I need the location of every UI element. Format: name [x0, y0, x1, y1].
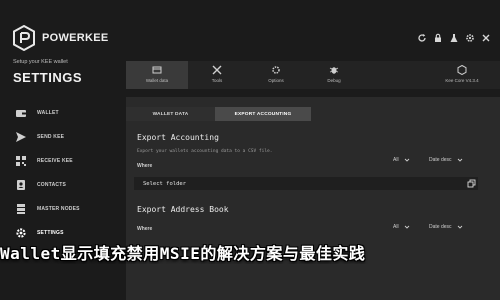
- toolbar-label: Kee Core V4.3.4: [445, 78, 479, 83]
- folder-picker[interactable]: Select folder: [134, 177, 478, 190]
- debug-icon: [329, 65, 339, 75]
- tab-wallet-data-sub[interactable]: WALLET DATA: [126, 107, 215, 121]
- refresh-icon[interactable]: [416, 32, 428, 44]
- section-title-export-address-book: Export Address Book: [137, 205, 229, 214]
- overlay-caption: Wallet显示填充禁用MSIE的解决方案与最佳实践: [0, 244, 366, 263]
- toolbar: Wallet data Tools Options Debug Kee Core…: [126, 61, 500, 89]
- tab-options[interactable]: Options: [256, 61, 296, 89]
- gear-icon: [15, 227, 27, 239]
- filter-value: All: [393, 157, 399, 163]
- toolbar-label: Wallet data: [145, 78, 169, 83]
- brand-name: POWERKEE: [42, 32, 109, 44]
- sort-value: Date desc: [429, 224, 452, 230]
- brand: POWERKEE: [13, 25, 109, 51]
- close-icon[interactable]: [480, 32, 492, 44]
- contacts-icon: [15, 179, 27, 191]
- filter-select[interactable]: All: [393, 224, 410, 230]
- sidebar-item-label: RECEIVE KEE: [37, 158, 73, 164]
- chevron-down-icon: [404, 157, 410, 163]
- options-icon: [271, 65, 281, 75]
- copy-icon[interactable]: [467, 179, 476, 188]
- window-controls: [416, 32, 492, 44]
- where-label: Where: [137, 163, 153, 169]
- section-description: Export your wallets accounting data to a…: [137, 149, 273, 154]
- flask-icon[interactable]: [448, 32, 460, 44]
- page-title: SETTINGS: [13, 70, 83, 85]
- powerkee-logo: [13, 25, 35, 51]
- subtitle: Setup your KEE wallet: [13, 59, 68, 65]
- lock-icon[interactable]: [432, 32, 444, 44]
- master-nodes-icon: [15, 203, 27, 215]
- sidebar-item-master-nodes[interactable]: MASTER NODES: [0, 199, 118, 219]
- toolbar-label: Tools: [211, 78, 223, 83]
- tab-kee-core[interactable]: Kee Core V4.3.4: [434, 61, 490, 89]
- filter-value: All: [393, 224, 399, 230]
- sidebar-item-label: MASTER NODES: [37, 206, 80, 212]
- where-label: Where: [137, 226, 153, 232]
- tab-tools[interactable]: Tools: [198, 61, 236, 89]
- settings-icon[interactable]: [464, 32, 476, 44]
- toolbar-label: Options: [268, 78, 284, 83]
- chevron-down-icon: [457, 224, 463, 230]
- sidebar-item-label: CONTACTS: [37, 182, 67, 188]
- sidebar-item-receive-kee[interactable]: RECEIVE KEE: [0, 151, 118, 171]
- sort-value: Date desc: [429, 157, 452, 163]
- tools-icon: [212, 65, 222, 75]
- sidebar-item-contacts[interactable]: CONTACTS: [0, 175, 118, 195]
- tab-export-accounting[interactable]: EXPORT ACCOUNTING: [215, 107, 311, 121]
- wallet-icon: [15, 107, 27, 119]
- tab-bar: WALLET DATA EXPORT ACCOUNTING: [126, 107, 500, 121]
- chevron-down-icon: [404, 224, 410, 230]
- sidebar-item-wallet[interactable]: WALLET: [0, 103, 118, 123]
- sidebar-item-label: SEND KEE: [37, 134, 65, 140]
- sort-select[interactable]: Date desc: [429, 157, 463, 163]
- tab-debug[interactable]: Debug: [314, 61, 354, 89]
- sidebar-item-label: WALLET: [37, 110, 59, 116]
- wallet-data-icon: [152, 65, 162, 75]
- sort-select[interactable]: Date desc: [429, 224, 463, 230]
- main-panel: WALLET DATA EXPORT ACCOUNTING Export Acc…: [126, 97, 500, 300]
- section-title-export-accounting: Export Accounting: [137, 133, 219, 142]
- tab-wallet-data[interactable]: Wallet data: [126, 61, 188, 89]
- receive-icon: [15, 155, 27, 167]
- kee-core-icon: [457, 65, 467, 75]
- folder-value: Select folder: [143, 180, 187, 187]
- sidebar-item-label: SETTINGS: [37, 230, 64, 236]
- sidebar-item-send-kee[interactable]: SEND KEE: [0, 127, 118, 147]
- send-icon: [15, 131, 27, 143]
- filter-select[interactable]: All: [393, 157, 410, 163]
- toolbar-label: Debug: [327, 78, 341, 83]
- chevron-down-icon: [457, 157, 463, 163]
